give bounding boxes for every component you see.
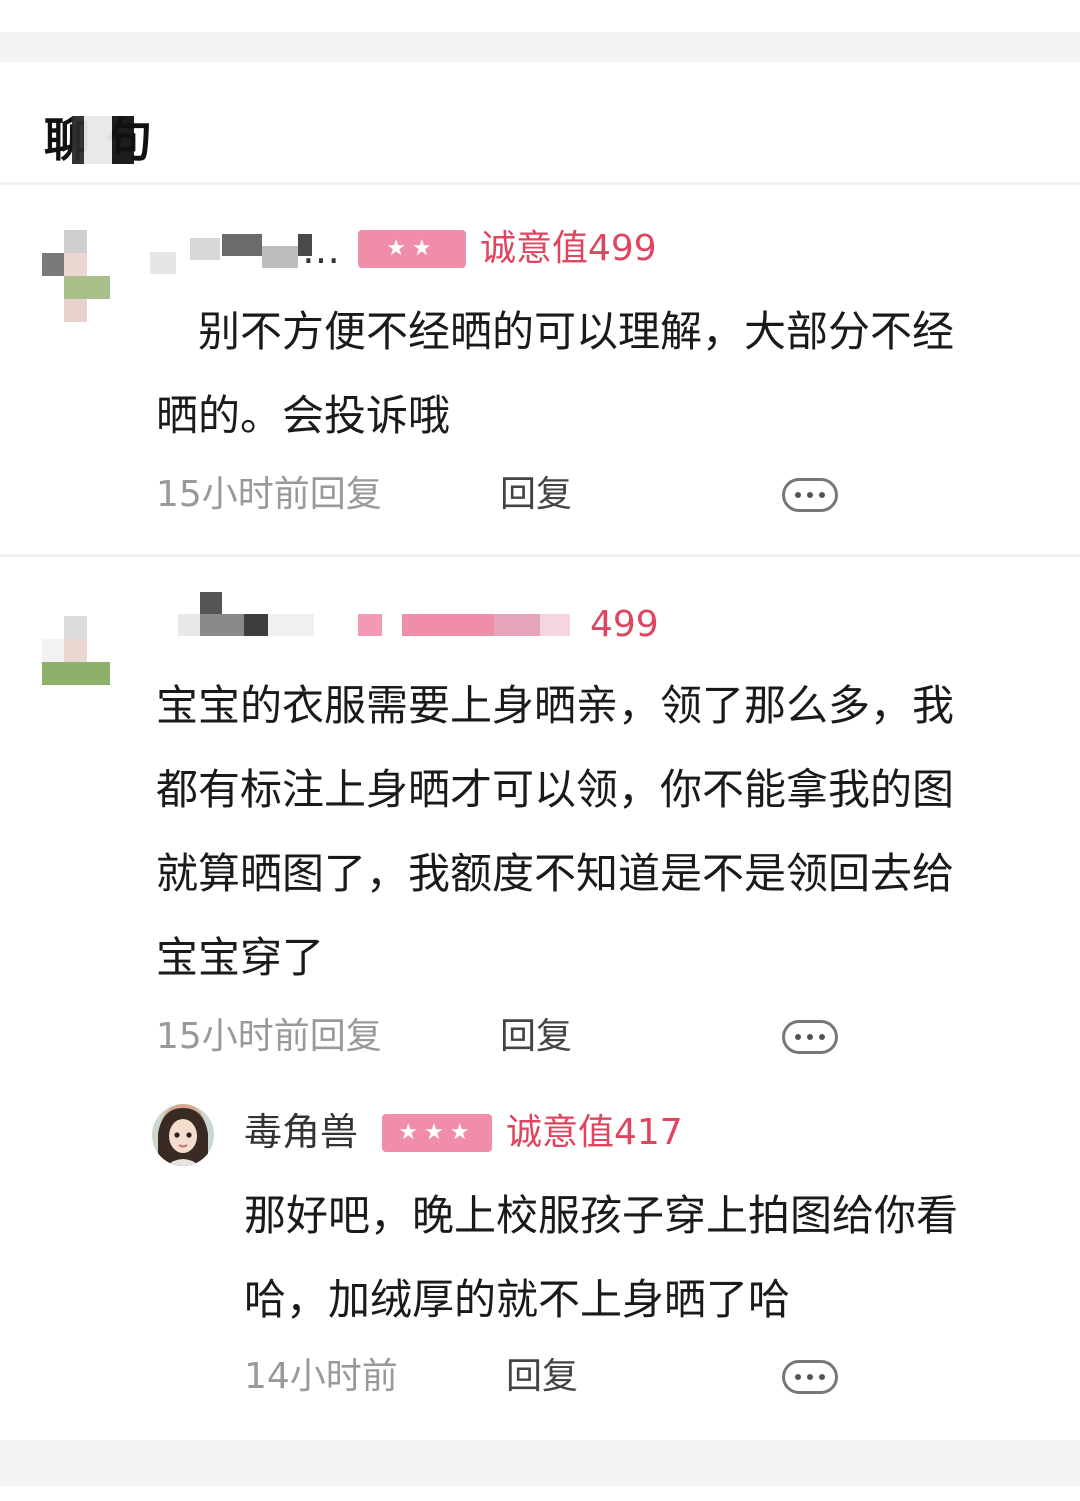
more-options-icon[interactable] (782, 1020, 838, 1054)
comment-time: 14小时前 (244, 1356, 398, 1397)
username[interactable]: 毒角兽 (244, 1108, 358, 1156)
comment-text-line: 晒的。会投诉哦 (156, 391, 451, 440)
sincerity-value: 诚意值499 (480, 228, 657, 269)
section-separator (0, 32, 1080, 62)
divider (0, 554, 1080, 557)
avatar[interactable] (42, 230, 110, 322)
section-separator (0, 1440, 1080, 1486)
username[interactable]: … (302, 226, 340, 274)
comment-text-line: 都有标注上身晒才可以领，你不能拿我的图 (156, 765, 955, 814)
avatar[interactable] (42, 616, 110, 708)
badge-redacted (358, 602, 588, 648)
reply-button[interactable]: 回复 (500, 1014, 572, 1060)
divider (0, 182, 1080, 185)
more-options-icon[interactable] (782, 478, 838, 512)
top-band (0, 0, 1080, 32)
title-redaction (72, 116, 134, 164)
sincerity-value: 499 (590, 604, 659, 645)
comment-text-line: 那好吧，晚上校服孩子穿上拍图给你看 (244, 1191, 959, 1240)
comment-time: 15小时前回复 (156, 1016, 382, 1057)
avatar-image (152, 1104, 214, 1166)
comment-text-line: 就算晒图了，我额度不知道是不是领回去给 (156, 849, 955, 898)
more-options-icon[interactable] (782, 1360, 838, 1394)
reply-button[interactable]: 回复 (500, 472, 572, 518)
comment-text-line: 别不方便不经晒的可以理解，大部分不经 (198, 307, 955, 356)
comment-text-line: 哈，加绒厚的就不上身晒了哈 (244, 1275, 791, 1324)
username-redacted[interactable] (178, 590, 318, 636)
comment-time: 15小时前回复 (156, 474, 382, 515)
level-badge: ★★ (358, 230, 466, 268)
comment-text-line: 宝宝穿了 (156, 933, 325, 982)
avatar[interactable] (152, 1104, 214, 1166)
reply-button[interactable]: 回复 (506, 1354, 578, 1400)
comment-text-line: 宝宝的衣服需要上身晒亲，领了那么多，我 (156, 681, 955, 730)
level-badge: ★★★ (382, 1114, 492, 1152)
sincerity-value: 诚意值417 (506, 1112, 683, 1153)
